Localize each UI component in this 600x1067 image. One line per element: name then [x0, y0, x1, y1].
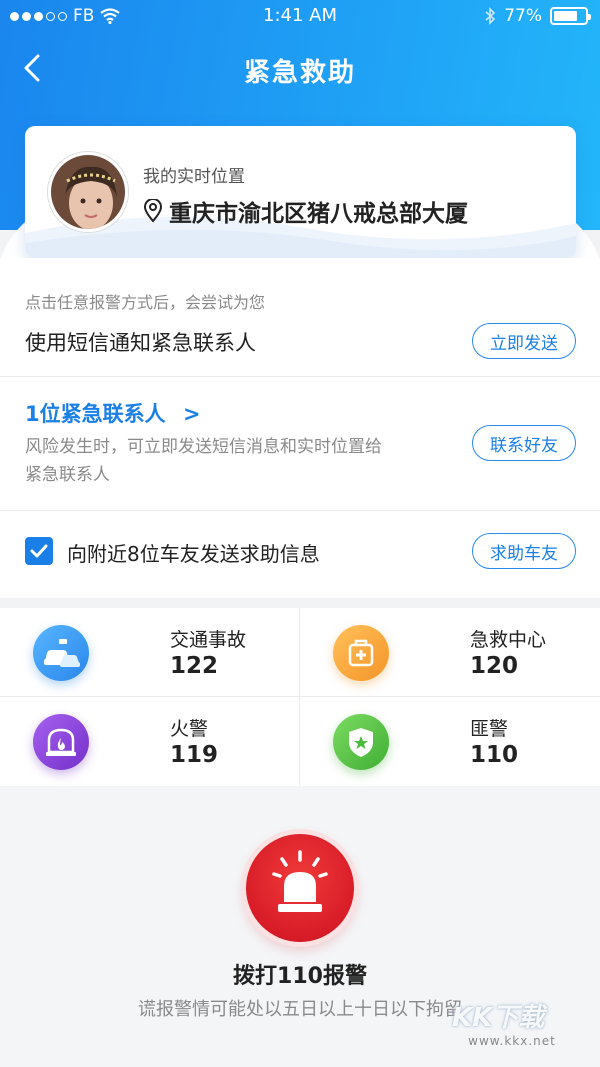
- page-title: 紧急救助: [243, 58, 356, 88]
- service-name: 交通事故: [170, 629, 247, 651]
- bluetooth-icon: [485, 7, 496, 25]
- nearby-checkbox[interactable]: [25, 537, 53, 565]
- service-first-aid[interactable]: 急救中心 120: [300, 608, 599, 696]
- fire-alarm-icon: [33, 714, 89, 770]
- watermark-text: KK下载: [452, 1003, 545, 1033]
- avatar: [48, 152, 128, 232]
- first-aid-icon: [333, 625, 389, 681]
- send-now-button[interactable]: 立即发送: [472, 323, 576, 359]
- service-name: 急救中心: [470, 629, 547, 651]
- watermark-logo: KK下载 www.kkx.net: [452, 997, 572, 1053]
- car-accident-icon: [33, 625, 89, 681]
- nearby-text: 向附近8位车友发送求助信息: [67, 542, 320, 566]
- location-card: 我的实时位置 重庆市渝北区猪八戒总部大厦: [25, 126, 576, 258]
- emergency-contacts-link[interactable]: 1位紧急联系人 >: [25, 398, 201, 428]
- sms-title: 使用短信通知紧急联系人: [25, 331, 256, 355]
- contact-friends-button[interactable]: 联系好友: [472, 425, 576, 461]
- emergency-services-grid: 交通事故 122 急救中心 120 火警 119 匪警 110: [0, 608, 600, 786]
- battery-level-fill: [554, 11, 578, 21]
- service-number: 122: [170, 653, 219, 679]
- watermark-url: www.kkx.net: [468, 1034, 556, 1048]
- service-name: 火警: [170, 718, 209, 740]
- sms-hint: 点击任意报警方式后，会尝试为您: [25, 293, 266, 312]
- status-right: 77%: [484, 6, 591, 26]
- checkmark-icon: [30, 544, 48, 558]
- ask-drivers-button[interactable]: 求助车友: [472, 533, 576, 569]
- service-number: 119: [170, 742, 219, 768]
- location-pin-icon: [143, 199, 163, 223]
- battery-icon: [550, 7, 591, 25]
- service-number: 120: [470, 653, 519, 679]
- service-traffic-accident[interactable]: 交通事故 122: [0, 608, 299, 696]
- location-address-row: 重庆市渝北区猪八戒总部大厦: [143, 194, 468, 228]
- emergency-contacts-count: 1位紧急联系人: [25, 402, 166, 426]
- siren-icon: [272, 850, 328, 912]
- divider: [0, 376, 600, 377]
- chevron-right-icon: >: [182, 402, 201, 426]
- location-address: 重庆市渝北区猪八戒总部大厦: [169, 201, 468, 227]
- call-110-button[interactable]: [246, 834, 354, 942]
- status-bar: FB 1:41 AM 77%: [0, 0, 600, 34]
- nav-bar: 紧急救助: [0, 40, 600, 96]
- call-110-label: 拨打110报警: [233, 964, 367, 989]
- service-name: 匪警: [470, 718, 509, 740]
- divider: [0, 510, 600, 511]
- police-shield-icon: [333, 714, 389, 770]
- battery-percent: 77%: [504, 6, 542, 26]
- service-police[interactable]: 匪警 110: [300, 697, 599, 785]
- service-number: 110: [470, 742, 519, 768]
- location-label: 我的实时位置: [143, 167, 245, 187]
- service-fire[interactable]: 火警 119: [0, 697, 299, 785]
- contacts-description: 风险发生时，可立即发送短信消息和实时位置给紧急联系人: [25, 437, 382, 485]
